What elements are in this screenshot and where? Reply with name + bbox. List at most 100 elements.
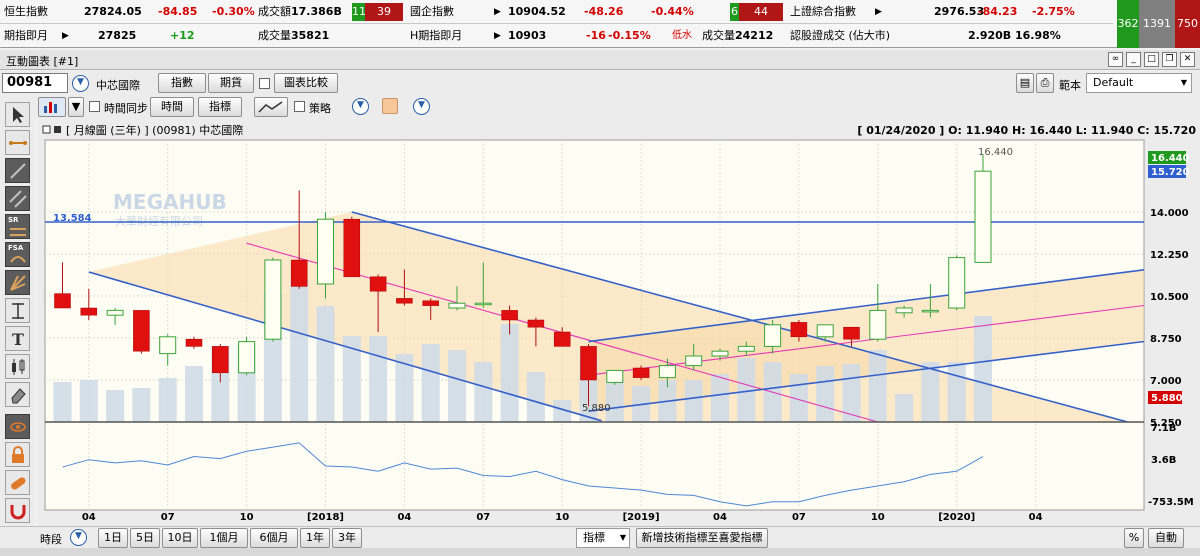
candle-body-up <box>238 341 256 374</box>
strategy-label: 策略 <box>309 102 331 115</box>
bar-chart-icon[interactable] <box>38 97 66 117</box>
candle-tool-icon[interactable] <box>5 354 30 379</box>
candle-body-down <box>396 298 413 304</box>
compare-checkbox[interactable] <box>259 78 270 89</box>
candle <box>343 216 361 278</box>
indicator-button[interactable]: 指標 <box>198 97 242 117</box>
time-tick-label: 07 <box>476 512 490 523</box>
candle <box>238 336 256 376</box>
volume-bar <box>106 390 125 422</box>
chevron-down-icon: ▼ <box>1180 78 1187 87</box>
period-1y-button[interactable]: 1年 <box>300 528 330 548</box>
futures-volume-value: 35821 <box>291 29 330 42</box>
hscei-up-count: 6 <box>730 3 739 21</box>
candle-body-down <box>632 367 650 378</box>
chevron-down-icon[interactable]: ▼ <box>413 98 430 115</box>
candle-body-up <box>921 309 939 313</box>
period-1d-button[interactable]: 1日 <box>98 528 128 548</box>
trendline-icon[interactable] <box>5 130 30 155</box>
lock-icon[interactable] <box>5 442 30 467</box>
indicator-select[interactable]: 指標 ▼ <box>576 528 630 548</box>
futures-volume-label: 成交量 <box>258 29 291 42</box>
chevron-down-icon[interactable]: ▼ <box>68 97 84 117</box>
print-icon[interactable]: ⎙ <box>1036 73 1054 93</box>
symbol-toolbar: 00981 ▼ 中芯國際 指數 期貨 圖表比較 ▤ ⎙ 範本 Default ▼ <box>0 71 1200 96</box>
chevron-down-icon[interactable]: ▼ <box>72 75 89 92</box>
sr-tool-icon[interactable]: SR <box>5 214 30 239</box>
period-10d-button[interactable]: 10日 <box>162 528 198 548</box>
strategy-checkbox[interactable] <box>294 101 305 112</box>
chart-panel[interactable]: [ 月線圖 (三年) ] (00981) 中芯國際 [ 01/24/2020 ]… <box>38 118 1200 528</box>
candlestick-chart[interactable]: [ 月線圖 (三年) ] (00981) 中芯國際 [ 01/24/2020 ]… <box>38 118 1200 528</box>
price-tick-label: 14.000 <box>1150 208 1189 219</box>
chevron-down-icon[interactable]: ▼ <box>70 529 87 546</box>
candle-body-up <box>869 309 887 340</box>
candle-body-down <box>290 259 308 287</box>
line-chart-icon[interactable] <box>254 97 288 117</box>
futures-button[interactable]: 期貨 <box>208 73 254 93</box>
template-select[interactable]: Default ▼ <box>1086 73 1192 93</box>
time-tick-label: [2018] <box>307 512 344 523</box>
h-futures-volume-label: 成交量 <box>702 29 735 42</box>
fsa-tool-icon[interactable]: FSA <box>5 242 30 267</box>
link-icon[interactable]: ∞ <box>1108 52 1123 67</box>
line-tool-icon[interactable] <box>5 158 30 183</box>
eraser-icon[interactable] <box>5 382 30 407</box>
time-tick-label: [2020] <box>938 512 975 523</box>
collapse-icon[interactable] <box>42 125 51 134</box>
percent-button[interactable]: % <box>1124 528 1144 548</box>
index-button[interactable]: 指數 <box>158 73 206 93</box>
candle-body-up <box>764 324 782 347</box>
color-swatch[interactable] <box>382 98 398 114</box>
restore-button[interactable]: ❐ <box>1162 52 1177 67</box>
save-icon[interactable]: ▤ <box>1016 73 1034 93</box>
h-futures-volume-value: 24212 <box>735 29 774 42</box>
measure-tool-icon[interactable] <box>5 298 30 323</box>
candle <box>632 365 650 380</box>
sse-pct: -2.75% <box>1032 5 1075 18</box>
candle-body-down <box>343 218 361 278</box>
svg-text:15.720: 15.720 <box>1151 167 1190 178</box>
watermark-logo: MEGAHUB <box>113 190 227 214</box>
text-tool-icon[interactable]: T <box>5 326 30 351</box>
magnet-icon[interactable] <box>5 498 30 523</box>
price-badge-close: 15.720 <box>1148 165 1190 178</box>
close-button[interactable]: ✕ <box>1180 52 1195 67</box>
candle <box>264 257 282 342</box>
hscei-change: -48.26 <box>584 5 624 18</box>
channel-tool-icon[interactable] <box>5 186 30 211</box>
play-icon: ▶ <box>494 7 501 17</box>
volume-bar <box>605 380 624 422</box>
symbol-input[interactable]: 00981 <box>2 73 68 93</box>
auto-button[interactable]: 自動 <box>1148 528 1184 548</box>
pill-icon[interactable] <box>5 470 30 495</box>
volume-bar <box>79 380 98 422</box>
candle-body-down <box>133 310 150 352</box>
period-6m-button[interactable]: 6個月 <box>250 528 298 548</box>
period-3y-button[interactable]: 3年 <box>332 528 362 548</box>
compare-button[interactable]: 圖表比較 <box>274 73 338 93</box>
fan-tool-icon[interactable] <box>5 270 30 295</box>
svg-text:16.440: 16.440 <box>1151 153 1190 164</box>
maximize-button[interactable]: □ <box>1144 52 1159 67</box>
volume-bar <box>316 306 335 422</box>
candle-body-down <box>369 276 387 292</box>
candle-body-up <box>159 336 177 355</box>
price-badge-low: 5.880 <box>1148 391 1183 404</box>
time-sync-checkbox[interactable] <box>89 101 100 112</box>
cursor-icon[interactable] <box>5 102 30 127</box>
edit-icon[interactable] <box>54 126 61 133</box>
candle <box>948 255 966 311</box>
chevron-down-icon[interactable]: ▼ <box>352 98 369 115</box>
period-1m-button[interactable]: 1個月 <box>200 528 248 548</box>
eye-icon[interactable] <box>5 414 30 439</box>
period-5d-button[interactable]: 5日 <box>130 528 160 548</box>
add-indicator-button[interactable]: 新增技術指標至喜愛指標 <box>636 528 768 548</box>
watermark-subtitle: 大華財經有限公司 <box>115 214 203 228</box>
minimize-button[interactable]: _ <box>1126 52 1141 67</box>
time-button[interactable]: 時間 <box>150 97 194 117</box>
candle-body-up <box>606 369 624 383</box>
volume-bar <box>132 388 151 422</box>
sse-change: -84.23 <box>978 5 1018 18</box>
time-tick-label: [2019] <box>623 512 660 523</box>
